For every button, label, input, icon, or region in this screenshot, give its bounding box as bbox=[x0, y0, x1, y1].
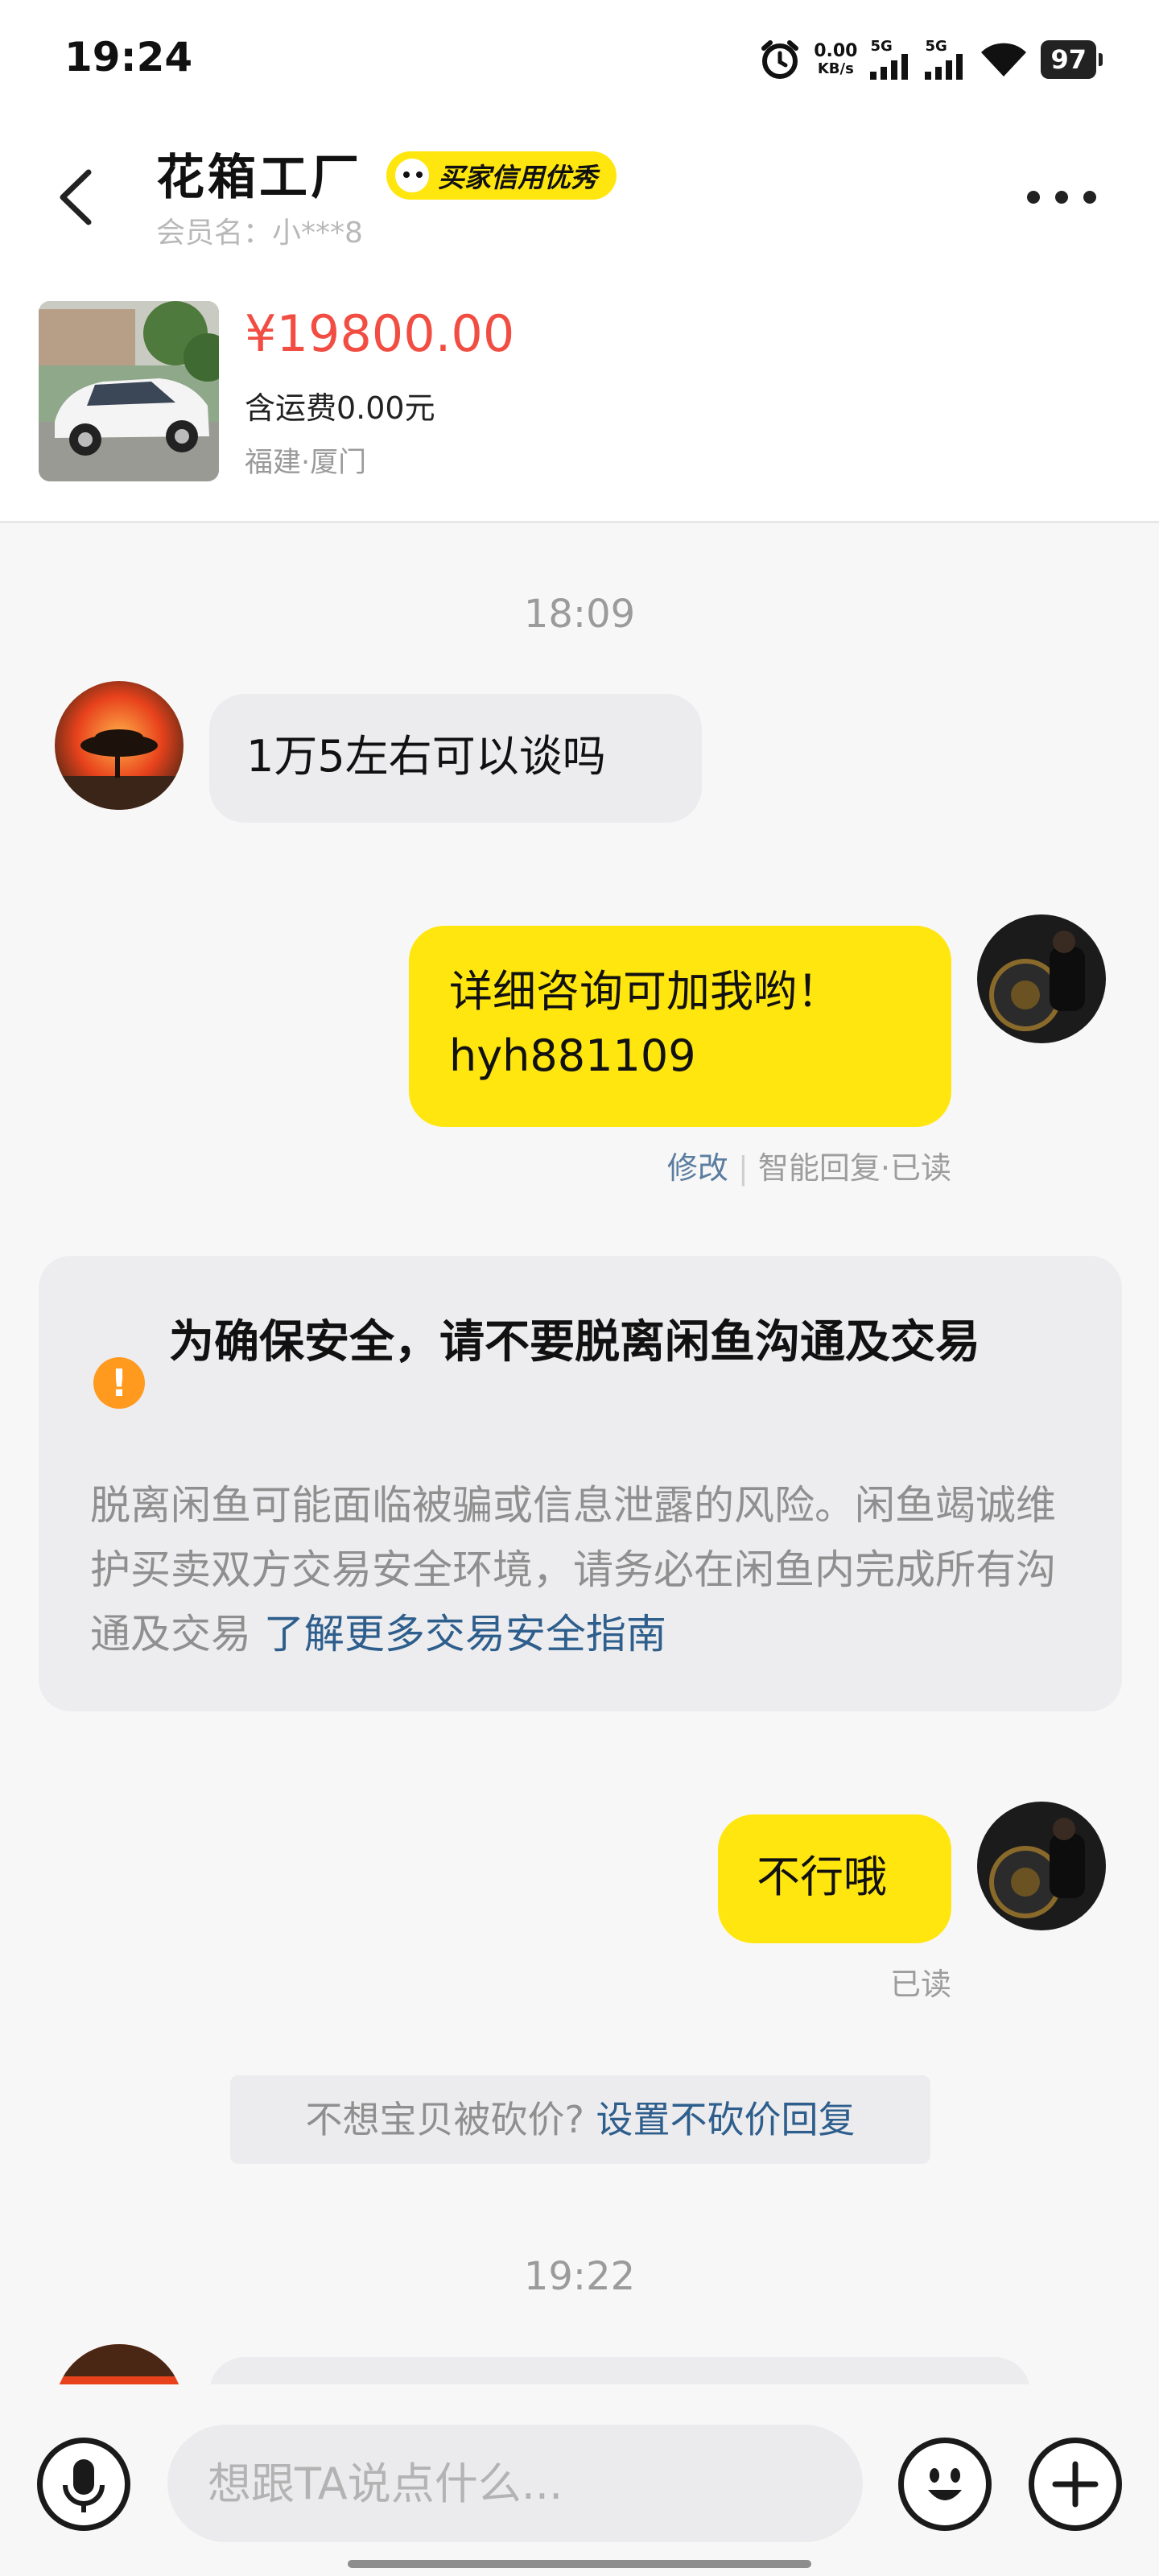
no-bargain-reply-link[interactable]: 设置不砍价回复 bbox=[596, 2098, 856, 2141]
message-text: hyh881109 bbox=[449, 1030, 696, 1081]
signal-bars-icon bbox=[870, 54, 909, 80]
net-speed: 0.00 KB/s bbox=[814, 41, 858, 77]
warning-body: 脱离闲鱼可能面临被骗或信息泄露的风险。闲鱼竭诚维护买卖双方交易安全环境，请务必在… bbox=[90, 1473, 1088, 1666]
read-status: 已读 bbox=[889, 1967, 951, 2002]
safety-warning-card: ! 为确保安全，请不要脱离闲鱼沟通及交易 脱离闲鱼可能面临被骗或信息泄露的风险。… bbox=[39, 1256, 1122, 1711]
plus-button[interactable] bbox=[1029, 2438, 1122, 2531]
no-bargain-tip: 不想宝贝被砍价? 设置不砍价回复 bbox=[230, 2075, 930, 2164]
safety-guide-link[interactable]: 了解更多交易安全指南 bbox=[264, 1611, 666, 1657]
chevron-left-icon bbox=[60, 169, 92, 225]
seller-avatar[interactable] bbox=[977, 1802, 1106, 1930]
bargain-prompt: 不想宝贝被砍价? bbox=[305, 2098, 584, 2141]
home-indicator[interactable] bbox=[348, 2560, 811, 2568]
message-text: 1万5左右可以谈吗 bbox=[246, 731, 606, 782]
back-button[interactable] bbox=[48, 161, 105, 233]
status-bar: 19:24 0.00 KB/s 5G 5G 97 bbox=[0, 0, 1159, 121]
outgoing-message-bubble[interactable]: 不行哦 bbox=[718, 1814, 951, 1943]
emoji-button[interactable] bbox=[898, 2438, 992, 2531]
message-timestamp: 18:09 bbox=[523, 592, 636, 637]
signal-bars-icon bbox=[925, 54, 963, 80]
battery-indicator: 97 bbox=[1041, 40, 1103, 79]
member-name: 会员名：小***8 bbox=[156, 217, 363, 250]
warning-title: 为确保安全，请不要脱离闲鱼沟通及交易 bbox=[169, 1316, 980, 1368]
shipping-fee: 含运费0.00元 bbox=[245, 390, 435, 426]
credit-badge-label: 买家信用优秀 bbox=[438, 162, 597, 193]
credit-badge[interactable]: 买家信用优秀 bbox=[386, 151, 617, 200]
mascot-face-icon bbox=[393, 156, 431, 195]
meta-separator: | bbox=[728, 1150, 758, 1186]
alarm-icon bbox=[761, 40, 799, 79]
seller-avatar[interactable] bbox=[977, 914, 1106, 1043]
signal-2: 5G bbox=[925, 39, 967, 80]
plus-icon bbox=[1052, 2461, 1099, 2508]
voice-button[interactable] bbox=[37, 2438, 130, 2531]
shop-name[interactable]: 花箱工厂 bbox=[156, 138, 362, 208]
message-text: 详细咨询可加我哟！ bbox=[449, 966, 840, 1017]
product-price: ¥19800.00 bbox=[245, 304, 515, 363]
buyer-avatar[interactable] bbox=[55, 681, 184, 810]
product-location: 福建·厦门 bbox=[245, 447, 367, 479]
exclamation-icon: ! bbox=[93, 1357, 145, 1409]
outgoing-message-bubble[interactable]: 详细咨询可加我哟！ hyh881109 bbox=[409, 926, 951, 1127]
message-timestamp: 19:22 bbox=[523, 2254, 636, 2299]
chat-header: 花箱工厂 买家信用优秀 会员名：小***8 bbox=[0, 121, 1159, 282]
message-text: 不行哦 bbox=[757, 1852, 887, 1902]
status-time: 19:24 bbox=[64, 34, 193, 80]
product-card[interactable]: ¥19800.00 含运费0.00元 福建·厦门 bbox=[0, 282, 1159, 523]
product-thumbnail[interactable] bbox=[39, 301, 219, 481]
edit-link[interactable]: 修改 bbox=[667, 1150, 728, 1186]
more-dots-icon bbox=[1027, 191, 1040, 204]
emoji-icon bbox=[928, 2468, 962, 2500]
microphone-icon bbox=[63, 2459, 105, 2512]
message-meta: 修改 | 智能回复·已读 bbox=[563, 1143, 951, 1187]
more-menu-button[interactable] bbox=[1027, 185, 1096, 209]
wifi-icon bbox=[981, 43, 1027, 76]
incoming-message-bubble[interactable]: 1万5左右可以谈吗 bbox=[209, 694, 702, 823]
message-input-bar bbox=[0, 2384, 1159, 2576]
message-input[interactable] bbox=[167, 2425, 863, 2542]
signal-1: 5G bbox=[870, 39, 912, 80]
status-icons: 0.00 KB/s 5G 5G 97 bbox=[759, 35, 1103, 84]
read-status: 智能回复·已读 bbox=[757, 1150, 951, 1186]
